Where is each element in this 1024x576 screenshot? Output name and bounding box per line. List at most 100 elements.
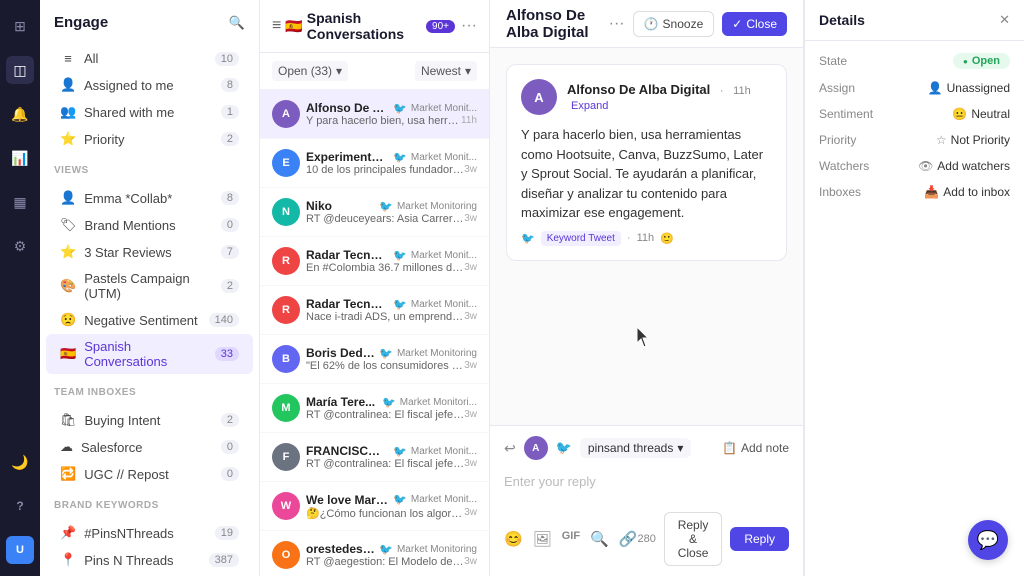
- inboxes-value[interactable]: 📥 Add to inbox: [924, 185, 1010, 199]
- close-label: Close: [746, 17, 777, 31]
- link-tool-icon[interactable]: 🔗: [619, 530, 638, 548]
- sidebar-item-brand[interactable]: 🏷 Brand Mentions 0: [46, 212, 253, 238]
- reply-input[interactable]: Enter your reply: [504, 468, 789, 504]
- sidebar-item-brand-label: Brand Mentions: [85, 218, 213, 233]
- conv-item[interactable]: R Radar Tecnol... 🐦 Market Monit... En #…: [260, 237, 489, 286]
- conv-item[interactable]: N Niko 🐦 Market Monitoring RT @deuceyear…: [260, 188, 489, 237]
- sentiment-value[interactable]: 😐 Neutral: [952, 107, 1010, 121]
- brand-keywords-label: BRAND KEYWORDS: [40, 492, 259, 515]
- message-footer: 🐦 Keyword Tweet · 11h 🙂: [521, 231, 772, 246]
- filter-newest-button[interactable]: Newest ▾: [415, 61, 477, 81]
- details-title: Details: [819, 12, 865, 28]
- assign-value[interactable]: 👤 Unassigned: [928, 81, 1010, 95]
- sidebar-item-buying[interactable]: 🛍 Buying Intent 2: [46, 407, 253, 433]
- watchers-value[interactable]: 👁 Add watchers: [918, 159, 1010, 173]
- conv-item-source: Market Monit...: [411, 446, 477, 457]
- conv-item-preview: RT @aegestion: El Modelo de Cumplimi...: [306, 556, 464, 568]
- sidebar-item-ugc[interactable]: 🔁 UGC // Repost 0: [46, 461, 253, 487]
- sidebar-item-emma[interactable]: 👤 Emma *Collab* 8: [46, 185, 253, 211]
- assign-person-icon: 👤: [928, 81, 943, 95]
- sidebar-item-assigned-count: 8: [221, 78, 239, 92]
- sidebar-search-icon[interactable]: 🔍: [229, 15, 245, 31]
- filter-newest-chevron: ▾: [465, 64, 471, 78]
- emoji-tool-icon[interactable]: 😊: [504, 530, 523, 548]
- conv-item[interactable]: M María Tere... 🐦 Market Monitori... RT …: [260, 384, 489, 433]
- open-badge[interactable]: Open: [953, 53, 1010, 69]
- sidebar-item-all[interactable]: ≡ All 10: [46, 46, 253, 71]
- conv-item[interactable]: B Boris Dedoff 🐦 Market Monitoring "El 6…: [260, 335, 489, 384]
- conv-item-time: 3w: [464, 556, 477, 568]
- bell-icon[interactable]: 🔔: [6, 100, 34, 128]
- sidebar-item-pins-n-threads[interactable]: 📍 Pins N Threads 387: [46, 547, 253, 573]
- sidebar-item-3star[interactable]: ⭐ 3 Star Reviews 7: [46, 239, 253, 265]
- all-icon: ≡: [60, 51, 76, 66]
- sidebar-item-spanish[interactable]: 🇪🇸 Spanish Conversations 33: [46, 334, 253, 374]
- cursor-arrow: [637, 327, 653, 349]
- emoji-react-icon[interactable]: 🙂: [660, 232, 674, 245]
- grid-icon[interactable]: ⊞: [6, 12, 34, 40]
- reply-button[interactable]: Reply: [730, 527, 789, 551]
- reply-close-button[interactable]: Reply & Close: [664, 512, 723, 566]
- avatar: R: [272, 296, 300, 324]
- sidebar-item-negative[interactable]: 😟 Negative Sentiment 140: [46, 307, 253, 333]
- conv-item-name: FRANCISCO ...: [306, 444, 389, 458]
- negative-icon: 😟: [60, 312, 76, 328]
- sidebar-item-shared-label: Shared with me: [84, 105, 213, 120]
- help-icon[interactable]: ?: [6, 492, 34, 520]
- expand-button[interactable]: Expand: [571, 100, 608, 112]
- sidebar-item-priority[interactable]: ⭐ Priority 2: [46, 126, 253, 152]
- chat-icon[interactable]: ◫: [6, 56, 34, 84]
- menu-icon[interactable]: ≡: [272, 17, 281, 35]
- conv-item[interactable]: F FRANCISCO ... 🐦 Market Monit... RT @co…: [260, 433, 489, 482]
- conv-item-time: 3w: [464, 213, 477, 225]
- chart-icon[interactable]: 📊: [6, 144, 34, 172]
- moon-icon[interactable]: 🌙: [6, 448, 34, 476]
- details-header: Details ✕: [805, 0, 1024, 41]
- conversation-list: ≡ 🇪🇸 Spanish Conversations 90+ ··· Open …: [260, 0, 490, 576]
- sidebar-item-priority-count: 2: [221, 132, 239, 146]
- twitter-icon: 🐦: [393, 445, 407, 458]
- snooze-button[interactable]: 🕐 Snooze: [633, 11, 715, 37]
- details-panel: Details ✕ State Open Assign 👤 Unassigned…: [804, 0, 1024, 576]
- priority-value[interactable]: ☆ Not Priority: [936, 133, 1010, 147]
- conv-item[interactable]: A Alfonso De Al... 🐦 Market Monit... Y p…: [260, 90, 489, 139]
- sidebar-item-pins-n-label: Pins N Threads: [84, 553, 200, 568]
- search-tool-icon[interactable]: 🔍: [590, 530, 609, 548]
- snooze-label: Snooze: [663, 17, 704, 31]
- more-actions-icon[interactable]: ···: [609, 15, 625, 33]
- avatar: W: [272, 492, 300, 520]
- image-tool-icon[interactable]: 🖼: [533, 530, 552, 548]
- avatar: M: [272, 394, 300, 422]
- conv-item-name: Experimenta ...: [306, 150, 389, 164]
- conv-item[interactable]: E Experimenta ... 🐦 Market Monit... 10 d…: [260, 139, 489, 188]
- user-avatar-icon[interactable]: U: [6, 536, 34, 564]
- twitter-icon: 🐦: [393, 249, 407, 262]
- conv-item[interactable]: O orestedeseo 🐦 Market Monitoring RT @ae…: [260, 531, 489, 576]
- sidebar-item-shared[interactable]: 👥 Shared with me 1: [46, 99, 253, 125]
- priority-icon: ☆: [936, 133, 947, 147]
- add-note-button[interactable]: 📋 Add note: [722, 441, 789, 455]
- close-button[interactable]: ✓ Close: [722, 12, 787, 36]
- sidebar-item-salesforce[interactable]: ☁ Salesforce 0: [46, 434, 253, 460]
- chat-widget-button[interactable]: 💬: [968, 520, 1008, 560]
- details-close-icon[interactable]: ✕: [999, 12, 1010, 28]
- conv-item-preview: En #Colombia 36.7 millones de person...: [306, 262, 464, 274]
- more-options-icon[interactable]: ···: [461, 17, 477, 35]
- assign-text: Unassigned: [947, 81, 1010, 95]
- icon-rail: ⊞ ◫ 🔔 📊 ▦ ⚙ 🌙 ? U: [0, 0, 40, 576]
- twitter-icon: 🐦: [393, 102, 407, 115]
- inboxes-text: Add to inbox: [943, 185, 1010, 199]
- main-conv-title: Alfonso De Alba Digital: [506, 7, 609, 41]
- conv-item-time: 3w: [464, 409, 477, 421]
- filter-open-button[interactable]: Open (33) ▾: [272, 61, 348, 81]
- gif-tool-icon[interactable]: GIF: [562, 530, 580, 548]
- sidebar-item-assigned[interactable]: 👤 Assigned to me 8: [46, 72, 253, 98]
- grid2-icon[interactable]: ▦: [6, 188, 34, 216]
- channel-flag: 🇪🇸: [285, 18, 302, 35]
- reply-channel-selector[interactable]: pinsand threads ▾: [580, 438, 691, 458]
- sidebar-item-pins-hashtag[interactable]: 📌 #PinsNThreads 19: [46, 520, 253, 546]
- settings-icon[interactable]: ⚙: [6, 232, 34, 260]
- sidebar-item-pastels[interactable]: 🎨 Pastels Campaign (UTM) 2: [46, 266, 253, 306]
- conv-item[interactable]: R Radar Tecnol... 🐦 Market Monit... Nace…: [260, 286, 489, 335]
- conv-item[interactable]: W We love Mark... 🐦 Market Monit... 🤔¿Có…: [260, 482, 489, 531]
